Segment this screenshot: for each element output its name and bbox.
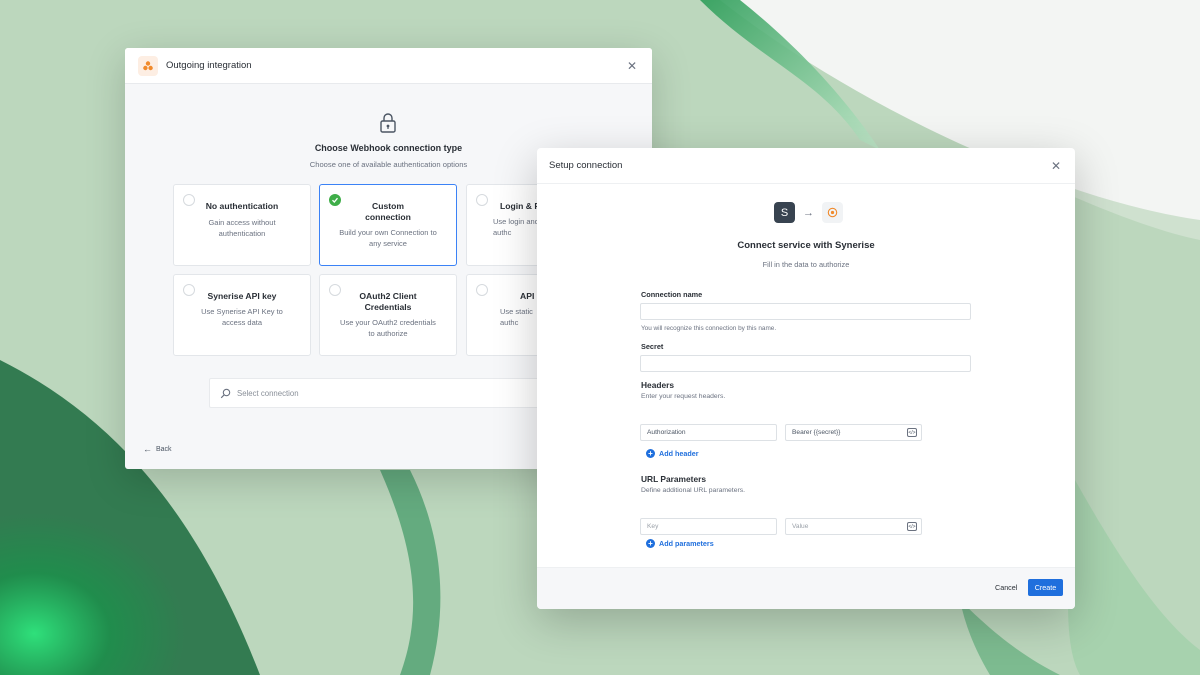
radio[interactable] bbox=[476, 194, 488, 206]
radio[interactable] bbox=[183, 284, 195, 296]
add-parameters-label: Add parameters bbox=[659, 539, 714, 548]
header-value-input[interactable]: Bearer {{secret}} </> bbox=[785, 424, 922, 441]
close-icon[interactable]: ✕ bbox=[1049, 159, 1063, 173]
select-connection-input[interactable]: Select connection bbox=[209, 378, 549, 408]
param-key-input[interactable]: Key bbox=[640, 518, 777, 535]
dialog-title: Outgoing integration bbox=[166, 60, 252, 71]
back-label: Back bbox=[156, 445, 172, 453]
arrow-left-icon: ← bbox=[143, 444, 152, 454]
cancel-button[interactable]: Cancel bbox=[995, 583, 1017, 592]
dialog-header: Outgoing integration ✕ bbox=[125, 48, 652, 84]
select-connection-placeholder: Select connection bbox=[237, 388, 299, 398]
lock-icon bbox=[380, 113, 396, 133]
header-key-input[interactable]: Authorization bbox=[640, 424, 777, 441]
card-title: OAuth2 Client Credentials bbox=[359, 291, 417, 312]
card-title: Custom connection bbox=[365, 201, 411, 222]
card-synerise-api-key[interactable]: Synerise API key Use Synerise API Key to… bbox=[173, 274, 311, 356]
connection-name-field[interactable] bbox=[640, 303, 971, 320]
header-key-value: Authorization bbox=[647, 429, 686, 436]
create-button[interactable]: Create bbox=[1028, 579, 1063, 596]
card-description: Gain access without authentication bbox=[208, 218, 276, 238]
headers-description: Enter your request headers. bbox=[641, 393, 726, 400]
connect-subheading: Fill in the data to authorize bbox=[762, 260, 850, 269]
setup-connection-dialog: Setup connection ✕ S → Connect service w… bbox=[537, 148, 1075, 609]
card-description: Use your OAuth2 credentials to authorize bbox=[340, 318, 436, 338]
connection-icons: S → bbox=[774, 202, 843, 223]
radio[interactable] bbox=[183, 194, 195, 206]
connection-name-helper: You will recognize this connection by th… bbox=[641, 325, 777, 332]
card-description: Use Synerise API Key to access data bbox=[201, 307, 283, 327]
card-description: Build your own Connection to any service bbox=[339, 228, 437, 248]
header-value-value: Bearer {{secret}} bbox=[792, 429, 841, 436]
connection-name-label: Connection name bbox=[641, 290, 703, 299]
card-oauth2-client-credentials[interactable]: OAuth2 Client Credentials Use your OAuth… bbox=[319, 274, 457, 356]
add-header-label: Add header bbox=[659, 449, 699, 458]
headers-title: Headers bbox=[641, 380, 675, 390]
url-parameters-title: URL Parameters bbox=[641, 474, 707, 484]
secret-label: Secret bbox=[641, 342, 664, 351]
secret-field[interactable] bbox=[640, 355, 971, 372]
code-icon[interactable]: </> bbox=[907, 522, 917, 531]
url-parameters-description: Define additional URL parameters. bbox=[641, 487, 746, 494]
close-icon[interactable]: ✕ bbox=[625, 59, 639, 73]
radio[interactable] bbox=[476, 284, 488, 296]
param-value-placeholder: Value bbox=[792, 523, 809, 530]
dialog-footer: Cancel Create bbox=[537, 567, 1075, 609]
app-logo-icon bbox=[138, 55, 158, 76]
dialog-title: Setup connection bbox=[549, 160, 623, 171]
arrow-right-icon: → bbox=[803, 206, 814, 219]
radio[interactable] bbox=[329, 284, 341, 296]
add-parameters-button[interactable]: + Add parameters bbox=[646, 539, 714, 548]
param-value-input[interactable]: Value </> bbox=[785, 518, 922, 535]
card-title: No authentication bbox=[205, 201, 279, 211]
dialog-body: S → Connect service with Synerise Fill i… bbox=[537, 184, 1075, 567]
add-header-button[interactable]: + Add header bbox=[646, 449, 699, 458]
card-no-authentication[interactable]: No authentication Gain access without au… bbox=[173, 184, 311, 266]
search-icon bbox=[220, 388, 231, 398]
card-custom-connection[interactable]: Custom connection Build your own Connect… bbox=[319, 184, 457, 266]
card-title: Synerise API key bbox=[207, 291, 277, 301]
param-key-placeholder: Key bbox=[647, 523, 659, 530]
connect-heading: Connect service with Synerise bbox=[737, 240, 875, 251]
dialog-header: Setup connection ✕ bbox=[537, 148, 1075, 184]
plus-icon: + bbox=[646, 539, 655, 548]
synerise-logo-icon: S bbox=[774, 202, 795, 223]
code-icon[interactable]: </> bbox=[907, 428, 917, 437]
check-icon[interactable] bbox=[329, 194, 341, 206]
back-button[interactable]: ← Back bbox=[143, 444, 172, 454]
service-icon bbox=[822, 202, 843, 223]
plus-icon: + bbox=[646, 449, 655, 458]
